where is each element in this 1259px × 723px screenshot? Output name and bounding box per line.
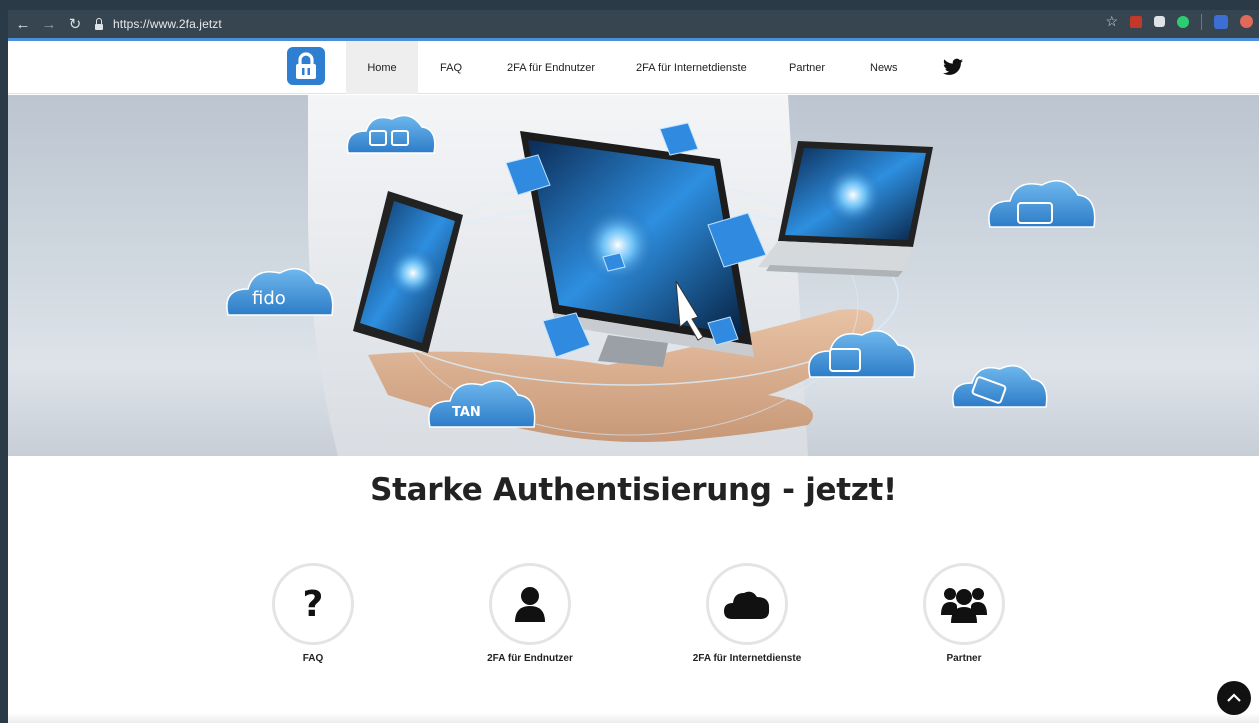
chevron-up-icon — [1227, 693, 1241, 702]
page-title: Starke Authentisierung - jetzt! — [370, 472, 897, 508]
divider — [1201, 13, 1202, 30]
feature-label[interactable]: Partner — [884, 653, 1044, 664]
back-to-top-button[interactable] — [1217, 681, 1251, 715]
lock-icon — [94, 18, 104, 30]
browser-window: ← → ↻ https://www.2fa.jetzt ☆ Home FAQ 2… — [0, 0, 1259, 723]
feature-label[interactable]: 2FA für Endnutzer — [450, 653, 610, 664]
nav-item-label: 2FA für Internetdienste — [636, 61, 747, 74]
nav-item-label: 2FA für Endnutzer — [507, 61, 596, 74]
padlock-logo-icon — [296, 52, 316, 79]
users-icon — [941, 588, 987, 623]
feature-circle[interactable]: ? — [272, 563, 354, 645]
nav-item-faq[interactable]: FAQ — [440, 41, 462, 94]
fido-cloud-label: fido — [252, 288, 286, 309]
nav-item-label: Home — [367, 61, 397, 74]
feature-faq[interactable]: ? FAQ — [233, 563, 393, 664]
extension-shield-icon[interactable] — [1177, 15, 1189, 28]
feature-circle[interactable] — [489, 563, 571, 645]
extension-x-icon[interactable] — [1214, 14, 1228, 29]
back-icon[interactable]: ← — [12, 13, 34, 35]
feature-label[interactable]: FAQ — [233, 653, 393, 664]
feature-circle[interactable] — [706, 563, 788, 645]
cloud-icon — [724, 591, 770, 619]
star-icon[interactable]: ☆ — [1105, 13, 1118, 30]
nav-item-partner[interactable]: Partner — [789, 41, 825, 94]
hero-image: fido TAN — [8, 95, 1259, 456]
page-bottom-shade — [8, 713, 1259, 723]
feature-label[interactable]: 2FA für Internetdienste — [667, 653, 827, 664]
question-icon: ? — [302, 583, 324, 625]
tan-cloud-label: TAN — [452, 405, 481, 420]
feature-endnutzer[interactable]: 2FA für Endnutzer — [450, 563, 610, 664]
hero-illustration: fido TAN — [226, 95, 1096, 456]
feature-partner[interactable]: Partner — [884, 563, 1044, 664]
extension-ublock-icon[interactable] — [1130, 15, 1142, 28]
nav-item-label: FAQ — [440, 61, 463, 74]
nav-item-internetdienste[interactable]: 2FA für Internetdienste — [636, 41, 747, 94]
user-icon — [515, 587, 545, 622]
feature-internetdienste[interactable]: 2FA für Internetdienste — [667, 563, 827, 664]
browser-toolbar: ← → ↻ https://www.2fa.jetzt ☆ — [8, 10, 1259, 38]
nav-item-news[interactable]: News — [870, 41, 898, 94]
forward-icon[interactable]: → — [38, 13, 60, 35]
nav-item-home[interactable]: Home — [346, 41, 418, 94]
url-text: https://www.2fa.jetzt — [113, 17, 222, 31]
web-page: Home FAQ 2FA für Endnutzer 2FA für Inter… — [8, 41, 1259, 723]
site-navigation: Home FAQ 2FA für Endnutzer 2FA für Inter… — [8, 41, 1259, 94]
profile-avatar-icon[interactable] — [1240, 15, 1253, 28]
nav-item-label: Partner — [789, 61, 826, 74]
reload-icon[interactable]: ↻ — [64, 13, 86, 35]
nav-item-label: News — [870, 61, 898, 74]
feature-circle[interactable] — [923, 563, 1005, 645]
twitter-icon[interactable] — [943, 58, 963, 76]
nav-item-endnutzer[interactable]: 2FA für Endnutzer — [507, 41, 595, 94]
address-bar[interactable]: https://www.2fa.jetzt — [94, 13, 222, 35]
site-logo[interactable] — [287, 47, 325, 85]
extension-puzzle-icon[interactable] — [1154, 16, 1165, 27]
